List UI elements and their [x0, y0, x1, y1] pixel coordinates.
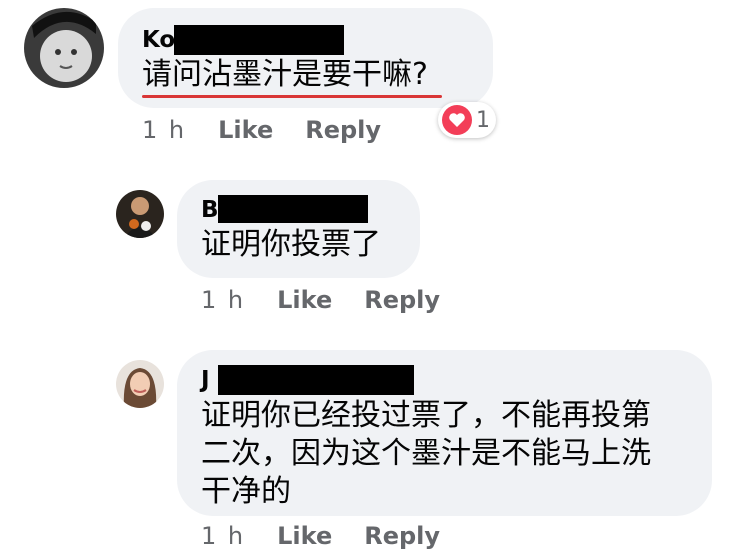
like-button[interactable]: Like — [277, 522, 332, 550]
comment-actions: 1 h Like Reply — [201, 522, 472, 550]
timestamp[interactable]: 1 h — [201, 522, 245, 550]
comment-3: J 证明你已经投过票了，不能再投第 二次，因为这个墨汁是不能马上洗 干净的 1 … — [0, 0, 750, 553]
reply-button[interactable]: Reply — [364, 522, 440, 550]
avatar-j[interactable] — [116, 360, 164, 408]
comment-author[interactable]: J — [201, 366, 210, 394]
comment-text: 证明你已经投过票了，不能再投第 二次，因为这个墨汁是不能马上洗 干净的 — [201, 398, 651, 509]
redaction-bar — [218, 365, 414, 395]
